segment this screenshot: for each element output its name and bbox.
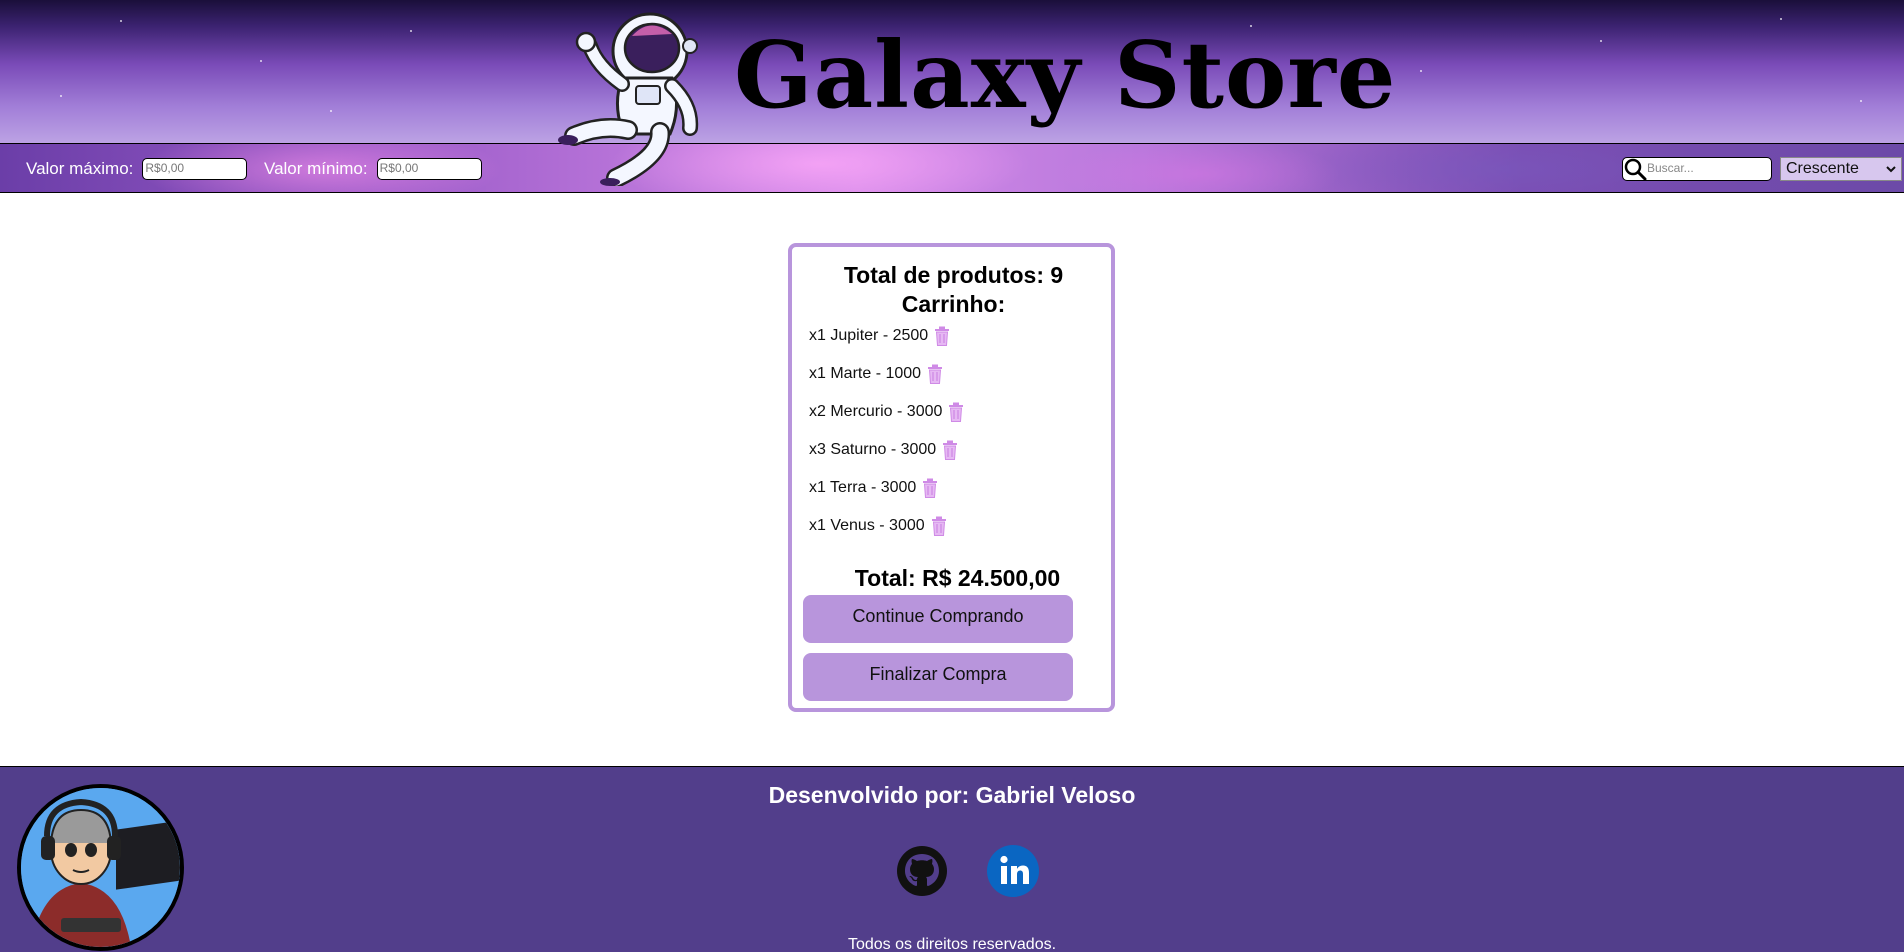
continue-shopping-button[interactable]: Continue Comprando [803, 595, 1073, 643]
cart-item: x3 Saturno - 3000 [809, 440, 958, 460]
trash-icon[interactable] [931, 516, 947, 536]
cart-item: x1 Venus - 3000 [809, 516, 947, 536]
cart-item: x1 Marte - 1000 [809, 364, 943, 384]
copyright-text: Todos os direitos reservados. [847, 936, 1057, 952]
cart-item: x1 Terra - 3000 [809, 478, 938, 498]
trash-icon[interactable] [948, 402, 964, 422]
cart-heading: Carrinho: [901, 291, 1006, 317]
astronaut-logo [558, 12, 699, 186]
chevron-down-icon [1886, 166, 1896, 173]
brand-title: Galaxy Store [734, 21, 1397, 129]
cart-item-label: x2 Mercurio - 3000 [809, 403, 943, 420]
cart-item-label: x1 Terra - 3000 [809, 479, 917, 496]
cart-item-label: x1 Marte - 1000 [809, 365, 922, 382]
developer-credit: Desenvolvido por: Gabriel Veloso [768, 782, 1136, 808]
cart-panel: Total de produtos: 9 Carrinho: x1 Jupite… [788, 243, 1115, 712]
cart-total: Total: R$ 24.500,00 [854, 565, 1061, 591]
max-value-input[interactable]: R$0,00 [142, 158, 248, 180]
cart-item-label: x1 Venus - 3000 [809, 517, 925, 534]
min-value-filter: Valor mínimo: R$0,00 [264, 158, 482, 180]
min-value-label: Valor mínimo: [264, 159, 368, 178]
trash-icon[interactable] [927, 364, 943, 384]
site-footer: Desenvolvido por: Gabriel Veloso Todos o… [0, 766, 1904, 952]
search-box: Buscar... [1622, 157, 1772, 181]
site-header: Galaxy Store Valor máximo: R$0,00 Valor … [0, 0, 1904, 193]
cart-item: x1 Jupiter - 2500 [809, 326, 950, 346]
cart-item-label: x1 Jupiter - 2500 [809, 327, 929, 344]
trash-icon[interactable] [942, 440, 958, 460]
cart-total-products: Total de produtos: 9 [843, 262, 1064, 288]
max-value-label: Valor máximo: [26, 159, 134, 178]
min-value-input[interactable]: R$0,00 [376, 158, 482, 180]
max-value-filter: Valor máximo: R$0,00 [26, 158, 248, 180]
trash-icon[interactable] [922, 478, 938, 498]
search-icon [1624, 158, 1647, 181]
cart-item: x2 Mercurio - 3000 [809, 402, 964, 422]
sort-order-select[interactable]: Crescente [1780, 157, 1902, 181]
cart-item-label: x3 Saturno - 3000 [809, 441, 937, 458]
sort-order-value: Crescente [1786, 160, 1859, 177]
avatar [17, 784, 184, 951]
avatar-illustration [21, 788, 180, 947]
trash-icon[interactable] [934, 326, 950, 346]
github-icon[interactable] [895, 844, 949, 898]
checkout-button[interactable]: Finalizar Compra [803, 653, 1073, 701]
linkedin-icon[interactable] [986, 844, 1040, 898]
